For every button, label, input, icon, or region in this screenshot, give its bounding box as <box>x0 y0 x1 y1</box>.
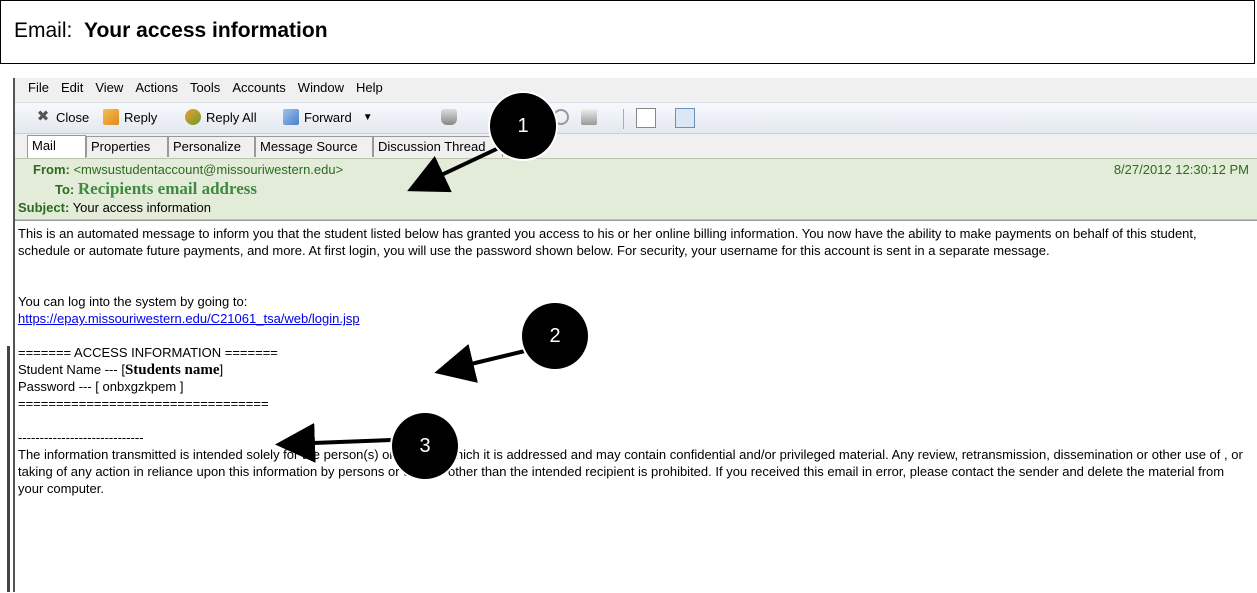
login-intro: You can log into the system by going to: <box>18 294 248 309</box>
tab-message-source[interactable]: Message Source <box>255 136 373 157</box>
message-date: 8/27/2012 12:30:12 PM <box>1113 162 1249 177</box>
banner-prefix: Email: <box>14 19 73 42</box>
from-address[interactable]: <mwsustudentaccount@missouriwestern.edu> <box>73 162 343 177</box>
disclaimer: The information transmitted is intended … <box>18 447 1243 496</box>
tab-properties[interactable]: Properties <box>86 136 168 157</box>
message-header: From: <mwsustudentaccount@missouriwester… <box>15 158 1257 220</box>
student-name-line: Student Name --- [Students name] <box>18 362 224 378</box>
print-button[interactable] <box>581 109 597 125</box>
reply-button[interactable]: Reply <box>103 109 157 125</box>
toolbar: ✖ Close Reply Reply All Forward ▼ <box>15 102 1257 134</box>
to-address[interactable]: Recipients email address <box>78 179 257 198</box>
reply-icon <box>103 109 119 125</box>
login-link[interactable]: https://epay.missouriwestern.edu/C21061_… <box>18 311 360 326</box>
subject-field: Subject: Your access information <box>18 200 211 215</box>
menu-tools[interactable]: Tools <box>184 78 226 95</box>
menu-view[interactable]: View <box>89 78 129 95</box>
from-label: From: <box>33 162 70 177</box>
view-toggle-1[interactable] <box>636 108 656 128</box>
forward-icon <box>283 109 299 125</box>
subject-value: Your access information <box>72 200 211 215</box>
close-icon: ✖ <box>36 108 50 125</box>
reply-all-button[interactable]: Reply All <box>185 109 257 125</box>
message-body[interactable]: This is an automated message to inform y… <box>15 220 1257 593</box>
callout-3: 3 <box>392 413 458 479</box>
forward-button[interactable]: Forward ▼ <box>283 109 373 125</box>
chevron-down-icon[interactable]: ▼ <box>363 112 373 123</box>
menu-file[interactable]: File <box>15 78 55 95</box>
student-name: Students name <box>124 362 220 378</box>
left-strip <box>0 64 13 592</box>
to-label: To: <box>55 182 75 197</box>
title-banner: Email: Your access information <box>0 0 1255 64</box>
mail-window: File Edit View Actions Tools Accounts Window He… <box>13 78 1257 593</box>
tab-mail[interactable]: Mail <box>27 135 86 158</box>
tab-discussion-thread[interactable]: Discussion Thread <box>373 136 503 157</box>
callout-2: 2 <box>522 303 588 369</box>
password-line: Password --- [ onbxgzkpem ] <box>18 379 184 394</box>
rule-line: ================================= <box>18 396 269 411</box>
menu-edit[interactable]: Edit <box>55 78 89 95</box>
delete-button[interactable] <box>441 109 457 125</box>
menu-accounts[interactable]: Accounts <box>226 78 291 95</box>
reply-all-icon <box>185 109 201 125</box>
dash-line: ----------------------------- <box>18 430 144 445</box>
tab-personalize[interactable]: Personalize <box>168 136 255 157</box>
view-toggle-2[interactable] <box>675 108 695 128</box>
callout-1: 1 <box>490 93 556 159</box>
menu-bar: File Edit View Actions Tools Accounts Window He… <box>15 78 1257 99</box>
subject-label: Subject: <box>18 200 70 215</box>
intro-paragraph: This is an automated message to inform y… <box>18 226 1197 258</box>
trash-icon <box>441 109 457 125</box>
menu-help[interactable]: Help <box>350 78 389 95</box>
from-field: From: <mwsustudentaccount@missouriwester… <box>33 162 343 177</box>
to-field: To: Recipients email address <box>55 179 257 199</box>
close-button[interactable]: ✖ Close <box>35 108 90 125</box>
print-icon <box>581 109 597 125</box>
banner-title: Email: Your access information <box>14 19 328 43</box>
banner-heading: Your access information <box>84 19 328 42</box>
menu-window[interactable]: Window <box>292 78 350 95</box>
menu-actions[interactable]: Actions <box>129 78 184 95</box>
access-header: ======= ACCESS INFORMATION ======= <box>18 345 278 360</box>
